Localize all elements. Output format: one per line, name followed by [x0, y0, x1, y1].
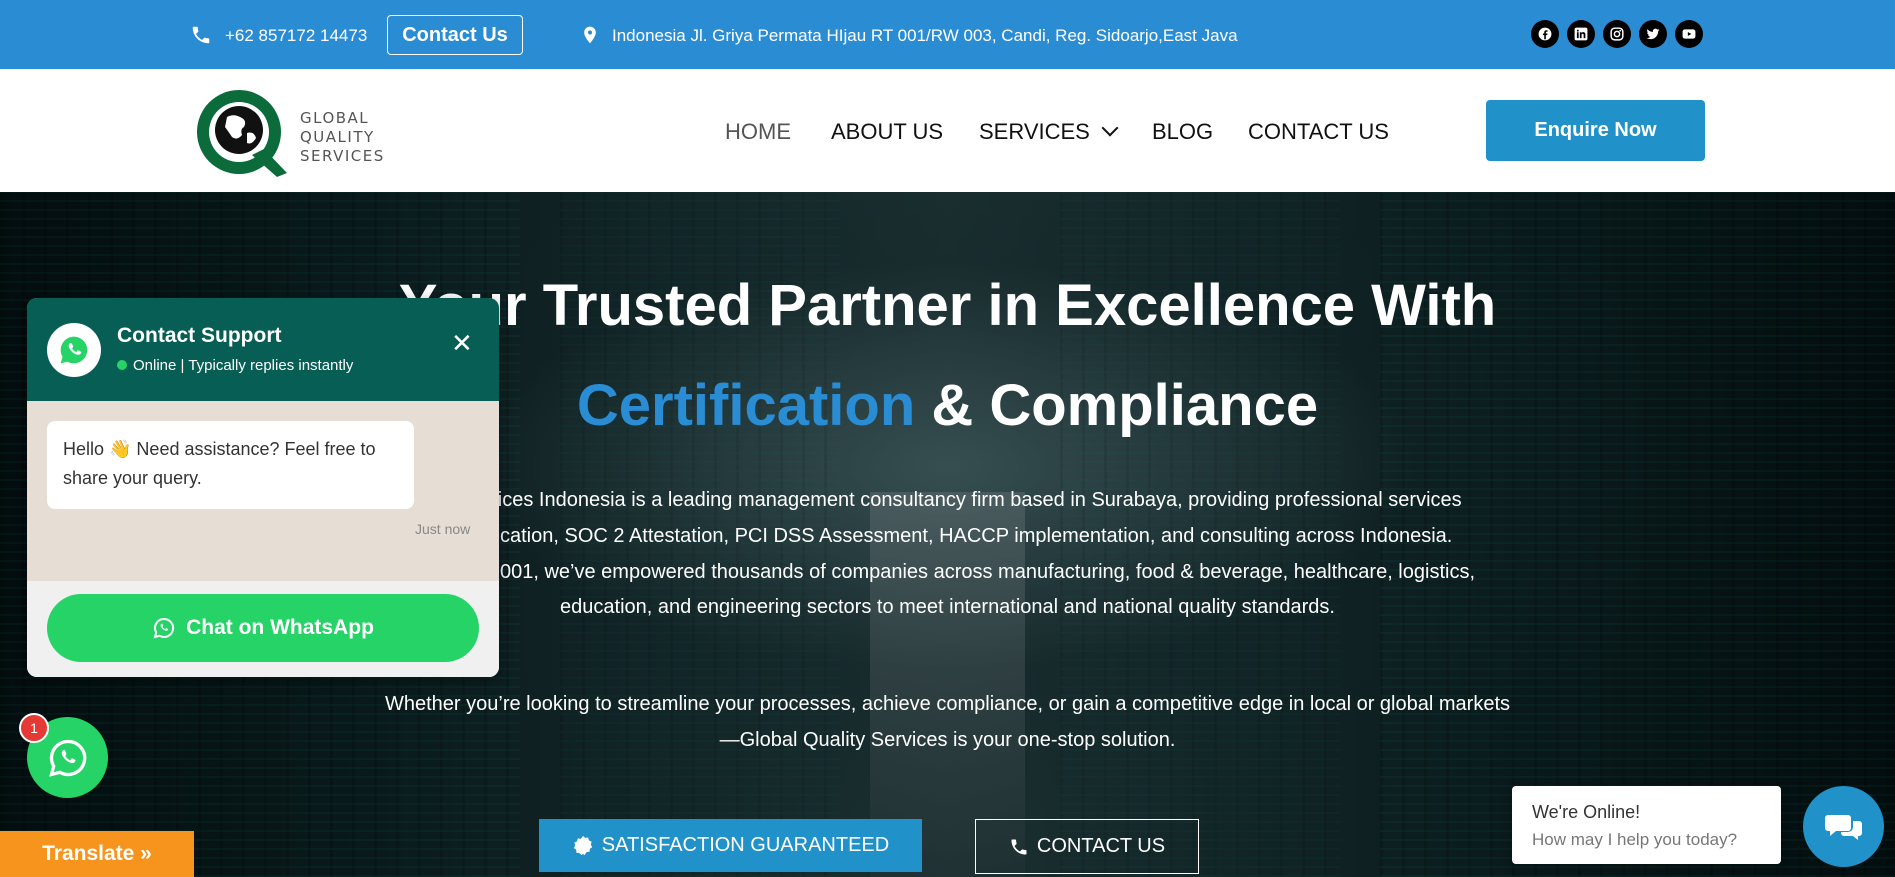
nav-blog[interactable]: BLOG: [1152, 119, 1213, 145]
close-icon[interactable]: ✕: [451, 328, 473, 359]
chat-timestamp: Just now: [415, 521, 471, 537]
phone-number[interactable]: +62 857172 14473: [225, 26, 367, 46]
chat-footer: Chat on WhatsApp: [27, 581, 499, 677]
nav-about-us[interactable]: ABOUT US: [831, 119, 943, 145]
whatsapp-chat-popup: Contact Support Online | Typically repli…: [27, 298, 499, 677]
online-dot: [117, 360, 127, 370]
enquire-now-button[interactable]: Enquire Now: [1486, 100, 1705, 161]
map-pin-icon: [584, 26, 596, 44]
nav-home[interactable]: HOME: [725, 119, 791, 145]
hero-para2-line1: Whether you’re looking to streamline you…: [384, 693, 1510, 715]
main-navbar: GLOBAL QUALITY SERVICES HOME ABOUT US SE…: [0, 69, 1895, 192]
whatsapp-icon: [60, 336, 88, 364]
chat-status-text: Online | Typically replies instantly: [133, 357, 354, 374]
phone-icon: [1011, 839, 1027, 854]
badge-check-icon: [573, 835, 592, 855]
live-chat-bubble[interactable]: We're Online! How may I help you today?: [1512, 786, 1781, 864]
notification-badge: 1: [19, 713, 49, 743]
chat-header: Contact Support Online | Typically repli…: [27, 298, 499, 401]
satisfaction-label: SATISFACTION GUARANTEED: [601, 834, 890, 856]
satisfaction-guaranteed-button[interactable]: SATISFACTION GUARANTEED: [539, 819, 922, 872]
facebook-icon[interactable]: [1531, 20, 1559, 48]
translate-button[interactable]: Translate »: [0, 831, 194, 877]
linkedin-icon[interactable]: [1567, 20, 1595, 48]
chat-status: Online | Typically replies instantly: [117, 357, 353, 374]
address-text: Indonesia Jl. Griya Permata HIjau RT 001…: [612, 26, 1238, 45]
phone-icon: [192, 26, 210, 44]
nav-services[interactable]: SERVICES: [979, 119, 1119, 145]
chat-message-bubble: Hello 👋 Need assistance? Feel free to sh…: [47, 421, 414, 509]
logo-text: GLOBAL QUALITY SERVICES: [300, 109, 385, 166]
twitter-icon[interactable]: [1639, 20, 1667, 48]
hero-title-accent: Certification: [576, 373, 916, 438]
hero-contact-label: CONTACT US: [1036, 835, 1166, 857]
live-chat-subtitle: How may I help you today?: [1532, 830, 1738, 849]
chat-avatar: [47, 323, 101, 377]
nav-contact-us[interactable]: CONTACT US: [1248, 119, 1389, 145]
hero-para1-line2: cation, SOC 2 Attestation, PCI DSS Asses…: [500, 525, 1453, 547]
top-bar: +62 857172 14473 Contact Us Indonesia Jl…: [0, 0, 1895, 69]
youtube-icon[interactable]: [1675, 20, 1703, 48]
whatsapp-icon: [153, 617, 175, 639]
chat-on-whatsapp-button[interactable]: Chat on WhatsApp: [47, 594, 479, 662]
logo-line-2: QUALITY: [300, 128, 375, 146]
instagram-icon[interactable]: [1603, 20, 1631, 48]
chat-cta-label: Chat on WhatsApp: [186, 616, 374, 639]
logo-line-3: SERVICES: [300, 147, 385, 165]
contact-us-button[interactable]: Contact Us: [387, 15, 523, 55]
chat-title: Contact Support: [117, 324, 282, 347]
live-chat-button[interactable]: [1803, 786, 1884, 867]
chevron-down-icon: [1101, 119, 1119, 137]
hero-para1-line3: 001, we’ve empowered thousands of compan…: [500, 561, 1475, 583]
whatsapp-icon: [48, 739, 86, 777]
logo-line-1: GLOBAL: [300, 109, 370, 127]
hero-para2-line2: —Global Quality Services is your one-sto…: [719, 729, 1176, 751]
nav-services-label: SERVICES: [979, 119, 1090, 144]
hero-title-rest: & Compliance: [915, 373, 1319, 438]
live-chat-title: We're Online!: [1532, 802, 1641, 822]
chat-bubbles-icon: [1824, 814, 1862, 840]
hero-para1-line1: ervices Indonesia is a leading managemen…: [470, 489, 1462, 511]
hero-contact-us-button[interactable]: CONTACT US: [975, 819, 1199, 874]
